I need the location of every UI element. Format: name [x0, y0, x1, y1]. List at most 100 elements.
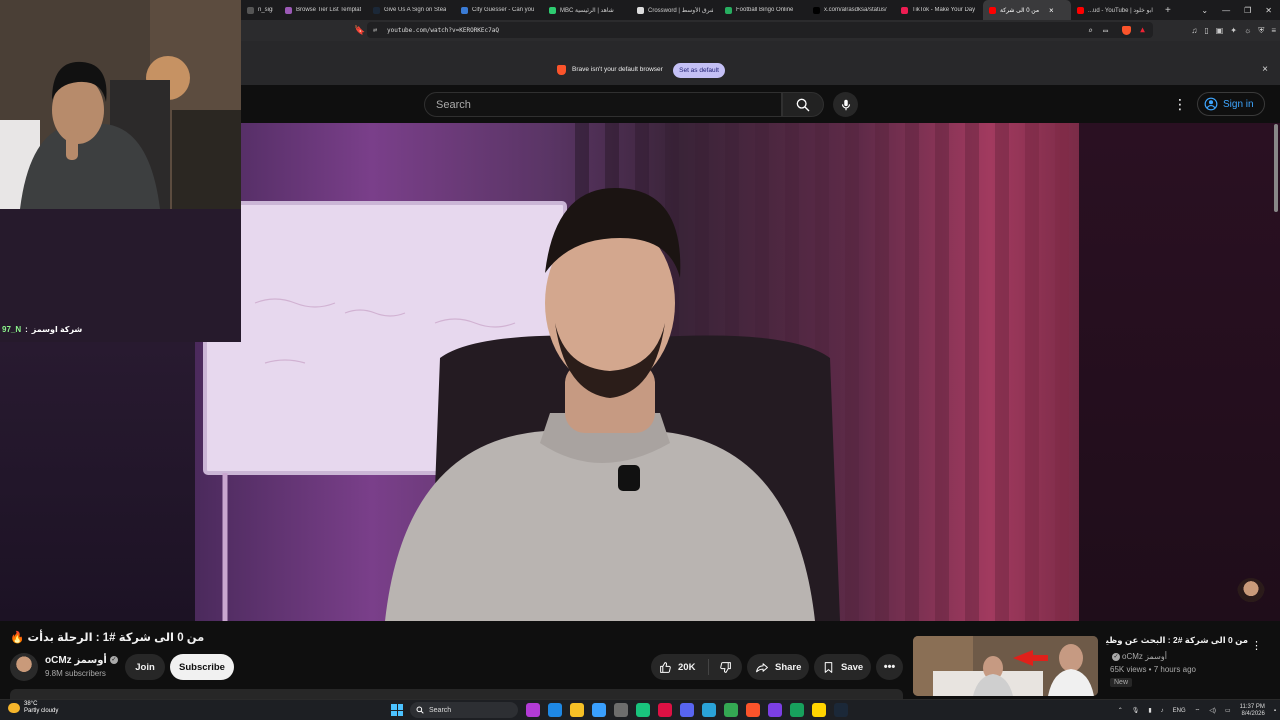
set-default-button[interactable]: Set as default — [673, 63, 725, 78]
brave-rewards-icon[interactable]: ▲ — [1140, 25, 1145, 34]
channel-name[interactable]: oCMz أوسمز ✓ — [45, 655, 118, 666]
verified-icon: ✓ — [1112, 652, 1120, 661]
taskbar-app-icon[interactable] — [548, 703, 562, 717]
sign-in-button[interactable]: Sign in — [1197, 92, 1265, 116]
recommendation-title[interactable]: من 0 الى شركة #2 : البحث عن وظيفة 😭! — [1106, 635, 1248, 646]
brave-shields-icon[interactable] — [1122, 26, 1131, 35]
taskbar-app-icon[interactable] — [658, 703, 672, 717]
extensions-icon[interactable]: ✦ — [1230, 26, 1237, 35]
browser-tab[interactable]: من 0 الى شركة × — [983, 0, 1071, 20]
recommendation-menu-icon[interactable]: ⋮ — [1251, 639, 1262, 652]
taskbar-app-icon[interactable] — [746, 703, 760, 717]
video-title: 🔥 من 0 الى شركة #1 : الرحلة بدأت — [10, 632, 205, 644]
dislike-button[interactable] — [709, 661, 742, 674]
weather-icon — [8, 703, 20, 713]
taskbar-app-icon[interactable] — [570, 703, 584, 717]
url-field[interactable]: ⇄ youtube.com/watch?v=KERORKEc7aQ ⌕ ▭ ▲ — [367, 22, 1153, 38]
new-tab-button[interactable]: + — [1159, 5, 1177, 16]
banner-close-icon[interactable]: × — [1262, 64, 1268, 75]
site-info-icon[interactable]: ⇄ — [373, 26, 377, 34]
join-button[interactable]: Join — [125, 654, 165, 680]
more-actions-button[interactable]: ••• — [876, 654, 903, 680]
verified-icon: ✓ — [109, 656, 118, 665]
taskbar-app-icon[interactable] — [790, 703, 804, 717]
chat-message: 97_N : شركة اوسمز — [2, 325, 82, 334]
zoom-icon[interactable]: ⌕ — [1088, 26, 1093, 35]
taskbar-app-icon[interactable] — [724, 703, 738, 717]
start-icon[interactable] — [391, 704, 403, 716]
taskbar-app-icon[interactable] — [526, 703, 540, 717]
recommendation-thumbnail[interactable] — [913, 636, 1098, 696]
description-box[interactable] — [10, 689, 903, 699]
taskbar-app-icon[interactable] — [768, 703, 782, 717]
minimize-icon[interactable]: — — [1222, 6, 1230, 15]
volume-icon[interactable]: ◁) — [1209, 707, 1216, 714]
browser-tab[interactable]: x.com/alrasdksa/status/ — [807, 0, 895, 20]
menu-icon[interactable]: ≡ — [1271, 26, 1276, 35]
tray-overflow-icon[interactable]: ⌃ — [1118, 707, 1123, 714]
media-icon[interactable]: ♫ — [1191, 26, 1197, 35]
taskbar-app-icon[interactable] — [680, 703, 694, 717]
window-controls: ⌄ — ❐ ✕ — [1201, 0, 1272, 20]
like-button[interactable]: 20K — [651, 659, 709, 675]
settings-kebab-icon[interactable]: ⋮ — [1173, 95, 1187, 113]
close-window-icon[interactable]: ✕ — [1265, 6, 1272, 15]
browser-tab[interactable]: Football Bingo Online — [719, 0, 807, 20]
search-button[interactable] — [782, 92, 824, 117]
vpn-icon[interactable]: ⛨ — [1258, 26, 1264, 36]
language-indicator[interactable]: ENG — [1173, 708, 1186, 714]
browser-tab[interactable]: City Guesser - Can you — [455, 0, 543, 20]
wifi-icon[interactable]: ⌔ — [1195, 707, 1201, 715]
taskbar-app-icon[interactable] — [636, 703, 650, 717]
taskbar-search-label: Search — [429, 706, 452, 714]
sidebar-icon[interactable]: ▯ — [1204, 26, 1208, 35]
tab-search-icon[interactable]: ⌄ — [1201, 6, 1208, 15]
tab-favicon-icon — [247, 6, 254, 14]
weather-widget[interactable]: 38°C Partly cloudy — [8, 701, 58, 715]
browser-tab[interactable]: ...ud - YouTube | ابو خلود — [1071, 0, 1159, 20]
search-input[interactable]: Search — [424, 92, 782, 117]
maximize-icon[interactable]: ❐ — [1244, 6, 1251, 15]
leo-icon[interactable]: ☼ — [1244, 26, 1251, 35]
bookmark-icon[interactable]: 🔖 — [354, 25, 365, 36]
taskbar-app-icon[interactable] — [592, 703, 606, 717]
video-player[interactable] — [195, 123, 1280, 621]
taskbar-app-icon[interactable] — [702, 703, 716, 717]
clock[interactable]: 11:37 PM 8/4/2026 — [1240, 704, 1265, 718]
save-button[interactable]: Save — [814, 654, 871, 680]
page-scrollbar[interactable] — [1274, 124, 1278, 212]
mic-tray-icon[interactable]: 🎙 — [1132, 707, 1140, 714]
like-dislike-group: 20K — [651, 654, 742, 680]
notification-icon[interactable]: ▪ — [1274, 708, 1276, 714]
video-details: 🔥 من 0 الى شركة #1 : الرحلة بدأت oCMz أو… — [0, 621, 1280, 699]
tab-favicon-icon — [725, 6, 732, 14]
taskbar-app-icon[interactable] — [834, 703, 848, 717]
cast-icon[interactable]: ▭ — [1103, 26, 1108, 35]
browser-tab[interactable]: MBC شاهد | الرئيسية — [543, 0, 631, 20]
tab-favicon-icon — [901, 6, 908, 14]
taskbar-app-icon[interactable] — [614, 703, 628, 717]
taskbar-app-icon[interactable] — [812, 703, 826, 717]
system-tray: ⌃ 🎙 ▮ ♪ ENG ⌔ ◁) ▭ 11:37 PM 8/4/2026 ▪ — [1118, 700, 1276, 720]
speaker-tray-icon[interactable]: ♪ — [1161, 708, 1164, 714]
share-button[interactable]: Share — [747, 654, 809, 680]
channel-avatar[interactable] — [10, 653, 38, 681]
tab-close-icon[interactable]: × — [1049, 6, 1054, 15]
browser-tab[interactable]: Browse Tier List Templat — [279, 0, 367, 20]
recommendation-channel[interactable]: ✓ oCMz أوسمز — [1112, 652, 1167, 661]
usb-icon[interactable]: ▮ — [1148, 707, 1151, 714]
taskbar-search[interactable]: Search — [410, 702, 518, 718]
battery-icon[interactable]: ▭ — [1225, 707, 1231, 714]
browser-tab[interactable]: Give Us A Sign on Stea — [367, 0, 455, 20]
bookmark-save-icon — [824, 661, 833, 673]
default-browser-banner: Brave isn't your default browser Set as … — [241, 41, 1280, 85]
voice-search-button[interactable] — [833, 92, 858, 117]
subscribe-button[interactable]: Subscribe — [170, 654, 234, 680]
youtube-header: Search ⋮ Sign in — [241, 85, 1280, 123]
video-frame[interactable] — [195, 123, 1079, 621]
weather-desc: Partly cloudy — [24, 708, 59, 714]
browser-tab[interactable]: TikTok - Make Your Day — [895, 0, 983, 20]
browser-tab[interactable]: n_sign_ — [241, 0, 279, 20]
wallet-icon[interactable]: ▣ — [1216, 26, 1224, 35]
browser-tab[interactable]: Crossword | شرق الأوسط — [631, 0, 719, 20]
